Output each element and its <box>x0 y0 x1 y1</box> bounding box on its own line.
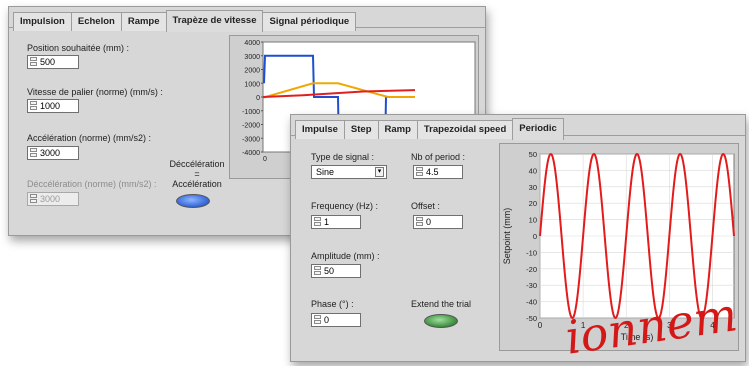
spinner-icon[interactable] <box>416 167 423 177</box>
signal-type-select[interactable]: Sine ▾ <box>311 165 387 179</box>
dropdown-arrow-icon[interactable]: ▾ <box>375 167 384 177</box>
toggle-label-line2: = <box>194 169 200 179</box>
y-axis-label: Setpoint (mm) <box>502 208 512 265</box>
y-tick-label: -4000 <box>242 150 260 157</box>
x-tick-label: 0 <box>263 156 267 163</box>
offset-label: Offset : <box>411 201 440 211</box>
y-tick-label: 0 <box>533 232 537 241</box>
spinner-icon[interactable] <box>30 57 37 67</box>
position-value: 500 <box>40 57 56 67</box>
y-tick-label: 3000 <box>244 54 260 61</box>
deceleration-value: 3000 <box>40 194 61 204</box>
y-tick-label: -50 <box>526 314 537 323</box>
y-tick-label: -1000 <box>242 109 260 116</box>
front-tab-bar: Impulse Step Ramp Trapezoidal speed Peri… <box>295 117 564 140</box>
y-tick-label: 10 <box>529 216 537 225</box>
tab-trapeze-vitesse[interactable]: Trapèze de vitesse <box>165 10 264 32</box>
tab-signal-periodique[interactable]: Signal périodique <box>262 12 357 31</box>
extend-trial-label: Extend the trial <box>411 299 472 309</box>
deceleration-label: Déccélération (norme) (mm/s2) : <box>27 179 157 189</box>
tab-step[interactable]: Step <box>343 120 379 139</box>
y-tick-label: 20 <box>529 199 537 208</box>
spinner-icon[interactable] <box>416 217 423 227</box>
signal-type-label: Type de signal : <box>311 152 375 162</box>
acceleration-value: 3000 <box>40 148 61 158</box>
spinner-icon <box>30 194 37 204</box>
nb-period-value: 4.5 <box>426 167 439 177</box>
tab-ramp[interactable]: Ramp <box>377 120 418 139</box>
acceleration-label: Accélération (norme) (mm/s2) : <box>27 133 152 143</box>
tab-impulse[interactable]: Impulse <box>295 120 345 139</box>
spinner-icon[interactable] <box>30 148 37 158</box>
back-tab-bar: Impulsion Echelon Rampe Trapèze de vites… <box>13 9 357 32</box>
position-label: Position souhaitée (mm) : <box>27 43 130 53</box>
y-tick-label: -30 <box>526 281 537 290</box>
y-tick-label: -2000 <box>242 123 260 130</box>
y-tick-label: -3000 <box>242 136 260 143</box>
tab-periodic[interactable]: Periodic <box>512 118 564 140</box>
spinner-icon[interactable] <box>314 217 321 227</box>
phase-value: 0 <box>324 315 330 325</box>
decel-equals-accel-toggle[interactable] <box>176 194 210 208</box>
phase-label: Phase (°) : <box>311 299 354 309</box>
signal-type-value: Sine <box>316 167 335 177</box>
spinner-icon[interactable] <box>314 266 321 276</box>
y-tick-label: 1000 <box>244 81 260 88</box>
nb-period-input[interactable]: 4.5 <box>413 165 463 179</box>
toggle-label-line1: Déccélération <box>169 159 225 169</box>
acceleration-input[interactable]: 3000 <box>27 146 79 160</box>
tab-trapezoidal-speed[interactable]: Trapezoidal speed <box>416 120 514 139</box>
tab-rampe[interactable]: Rampe <box>120 12 167 31</box>
frequency-value: 1 <box>324 217 330 227</box>
phase-input[interactable]: 0 <box>311 313 361 327</box>
deceleration-input: 3000 <box>27 192 79 206</box>
vitesse-value: 1000 <box>40 101 61 111</box>
amplitude-label: Amplitude (mm) : <box>311 251 380 261</box>
position-input[interactable]: 500 <box>27 55 79 69</box>
nb-period-label: Nb of period : <box>411 152 466 162</box>
tab-echelon[interactable]: Echelon <box>70 12 122 31</box>
y-tick-label: 2000 <box>244 68 260 75</box>
tab-impulsion[interactable]: Impulsion <box>13 12 72 31</box>
y-tick-label: 0 <box>256 95 260 102</box>
y-tick-label: 50 <box>529 150 537 159</box>
frequency-label: Frequency (Hz) : <box>311 201 379 211</box>
extend-trial-toggle[interactable] <box>424 314 458 328</box>
y-tick-label: -40 <box>526 298 537 307</box>
vitesse-input[interactable]: 1000 <box>27 99 79 113</box>
y-tick-label: -10 <box>526 248 537 257</box>
spinner-icon[interactable] <box>314 315 321 325</box>
y-tick-label: 40 <box>529 166 537 175</box>
frequency-input[interactable]: 1 <box>311 215 361 229</box>
y-tick-label: -20 <box>526 265 537 274</box>
y-tick-label: 30 <box>529 183 537 192</box>
vitesse-label: Vitesse de palier (norme) (mm/s) : <box>27 87 163 97</box>
offset-value: 0 <box>426 217 432 227</box>
offset-input[interactable]: 0 <box>413 215 463 229</box>
amplitude-input[interactable]: 50 <box>311 264 361 278</box>
spinner-icon[interactable] <box>30 101 37 111</box>
y-tick-label: 4000 <box>244 40 260 47</box>
toggle-label-line3: Accélération <box>172 179 222 189</box>
amplitude-value: 50 <box>324 266 335 276</box>
x-tick-label: 0 <box>538 321 543 330</box>
